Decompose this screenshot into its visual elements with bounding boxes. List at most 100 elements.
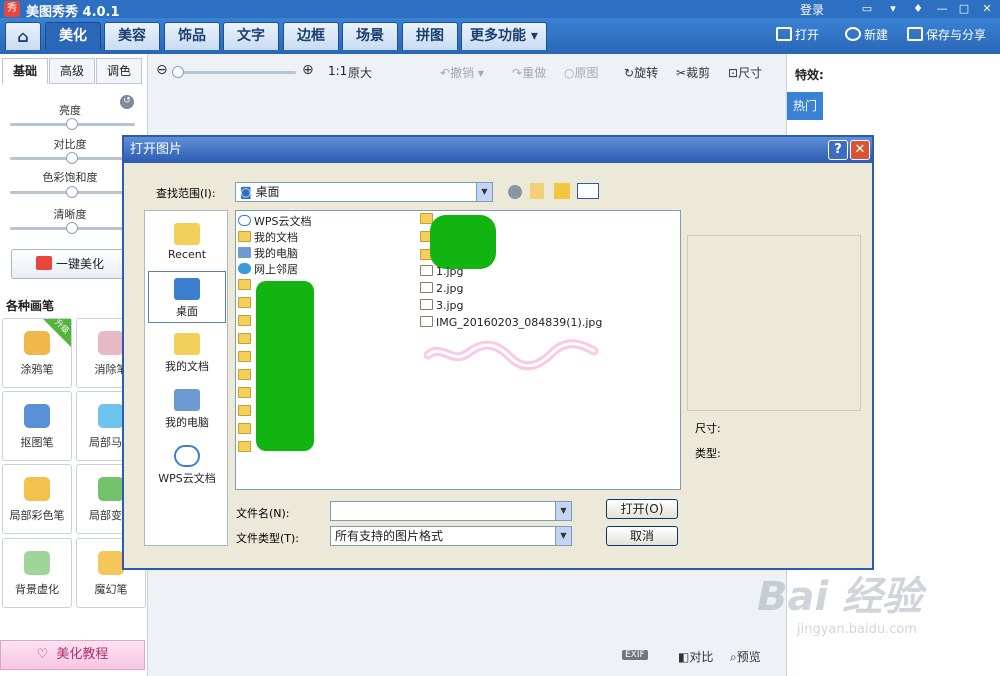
magic-wand-icon [35,256,52,270]
dialog-cancel-button[interactable]: 取消 [606,526,678,546]
folder-item[interactable] [238,405,254,418]
save-share-button[interactable]: 保存与分享 [907,26,986,44]
brush-cutout[interactable]: 抠图笔 [2,391,72,461]
brush-local-color[interactable]: 局部彩色笔 [2,464,72,534]
chevron-down-icon[interactable]: ▼ [555,502,571,520]
place-recent[interactable]: Recent [148,217,226,269]
folder-item[interactable] [238,369,254,382]
file-item[interactable]: 3.jpg [420,299,464,312]
zoom-in-icon[interactable]: ⊕ [302,62,314,78]
file-item[interactable]: 2.jpg [420,282,464,295]
feedback-icon[interactable]: ▭ [858,1,876,17]
new-folder-icon[interactable] [554,183,570,199]
minimize-icon[interactable]: — [933,1,951,17]
tab-accessories[interactable]: 饰品 [164,22,220,50]
lookin-combo[interactable]: ◙ 桌面 ▼ [235,182,493,202]
original-size-button[interactable]: 原大 [348,64,372,81]
image-file-icon [420,299,433,310]
saturation-slider[interactable] [10,186,135,198]
zoom-ratio[interactable]: 1:1 [328,64,347,78]
tab-text[interactable]: 文字 [223,22,279,50]
slider-knob[interactable] [66,222,78,234]
original-image-button[interactable]: ○原图 [564,64,599,81]
brush-doodle[interactable]: 涂鸦笔 升级 [2,318,72,388]
tab-hot-effects[interactable]: 热门 [787,92,823,120]
place-desktop[interactable]: 桌面 [148,271,226,323]
recent-folder-icon [174,223,200,245]
folder-item[interactable] [238,423,254,436]
folder-item[interactable] [238,387,254,400]
folder-item[interactable] [238,441,254,454]
filetype-select[interactable]: 所有支持的图片格式 ▼ [330,526,572,546]
file-item[interactable]: 我的电脑 [238,245,298,261]
slider-knob[interactable] [66,186,78,198]
slider-knob[interactable] [66,152,78,164]
file-list[interactable]: WPS云文档 我的文档 我的电脑 网上邻居 1.jpg 2.jpg 3.jpg … [235,210,681,490]
folder-item[interactable] [238,333,254,346]
file-item[interactable]: 网上邻居 [238,261,298,277]
computer-icon [174,389,200,411]
rotate-icon: ↻ [624,66,635,80]
skin-icon[interactable]: ♦ [909,1,927,17]
tab-beauty[interactable]: 美容 [104,22,160,50]
subtab-basic[interactable]: 基础 [2,58,48,84]
new-button[interactable]: 新建 [845,26,888,44]
crop-button[interactable]: ✂裁剪 [676,64,710,81]
back-icon[interactable] [508,185,522,199]
place-my-documents[interactable]: 我的文档 [148,327,226,379]
file-item[interactable]: 1.jpg [420,265,464,278]
crop-label: 裁剪 [686,66,711,80]
subtab-color[interactable]: 调色 [96,58,142,84]
main-tab-bar: ⌂ 美化 美容 饰品 文字 边框 场景 拼图 更多功能 ▾ 打开 新建 保存与分… [0,18,1000,54]
up-folder-icon[interactable] [530,183,544,199]
zoom-slider[interactable] [172,66,296,78]
view-menu-icon[interactable] [577,183,599,199]
subtab-advanced[interactable]: 高级 [49,58,95,84]
folder-item[interactable] [238,351,254,364]
zoom-out-icon[interactable]: ⊖ [156,62,168,78]
redo-button[interactable]: ↷重做 [512,64,546,81]
tab-beautify[interactable]: 美化 [45,22,101,50]
place-wps-cloud[interactable]: WPS云文档 [148,439,226,491]
file-item[interactable]: IMG_20160203_084839(1).jpg [420,316,602,329]
open-button[interactable]: 打开 [776,26,819,44]
one-key-beautify-button[interactable]: 一键美化 [11,249,129,279]
slider-knob[interactable] [66,118,78,130]
contrast-slider[interactable] [10,152,135,164]
file-item[interactable]: 我的文档 [238,229,298,245]
mosaic-icon [98,404,124,428]
folder-item[interactable] [238,315,254,328]
dialog-close-icon[interactable]: ✕ [850,140,870,160]
folder-icon [238,369,251,380]
rotate-button[interactable]: ↻旋转 [624,64,658,81]
size-button[interactable]: ⊡尺寸 [728,64,762,81]
place-my-computer[interactable]: 我的电脑 [148,383,226,435]
lookin-label: 查找范围(I): [156,187,216,200]
folder-item[interactable] [238,297,254,310]
exif-button[interactable]: EXIF [622,650,648,660]
file-item[interactable]: WPS云文档 [238,213,312,229]
beautify-tutorial-button[interactable]: ♡ 美化教程 [0,640,145,670]
menu-icon[interactable]: ▾ [884,1,902,17]
undo-button[interactable]: ↶撤销 ▾ [440,64,484,81]
tab-border[interactable]: 边框 [283,22,339,50]
login-link[interactable]: 登录 [800,1,824,18]
filename-input[interactable]: ▼ [330,501,572,521]
help-icon[interactable]: ? [828,140,848,160]
slider-knob[interactable] [172,66,184,78]
folder-item[interactable] [238,279,254,292]
maximize-icon[interactable]: □ [955,1,973,17]
folder-icon [238,405,251,416]
chevron-down-icon[interactable]: ▼ [555,527,571,545]
tab-more[interactable]: 更多功能 ▾ [461,22,547,50]
close-icon[interactable]: ✕ [978,1,996,17]
compare-button[interactable]: ◧对比 [678,648,713,665]
chevron-down-icon[interactable]: ▼ [476,183,492,201]
dialog-open-button[interactable]: 打开(O) [606,499,678,519]
brightness-slider[interactable] [10,118,135,130]
brush-background-blur[interactable]: 背景虚化 [2,538,72,608]
tab-scene[interactable]: 场景 [342,22,398,50]
tab-collage[interactable]: 拼图 [402,22,458,50]
tab-home[interactable]: ⌂ [5,22,41,50]
sharpness-slider[interactable] [10,222,135,234]
